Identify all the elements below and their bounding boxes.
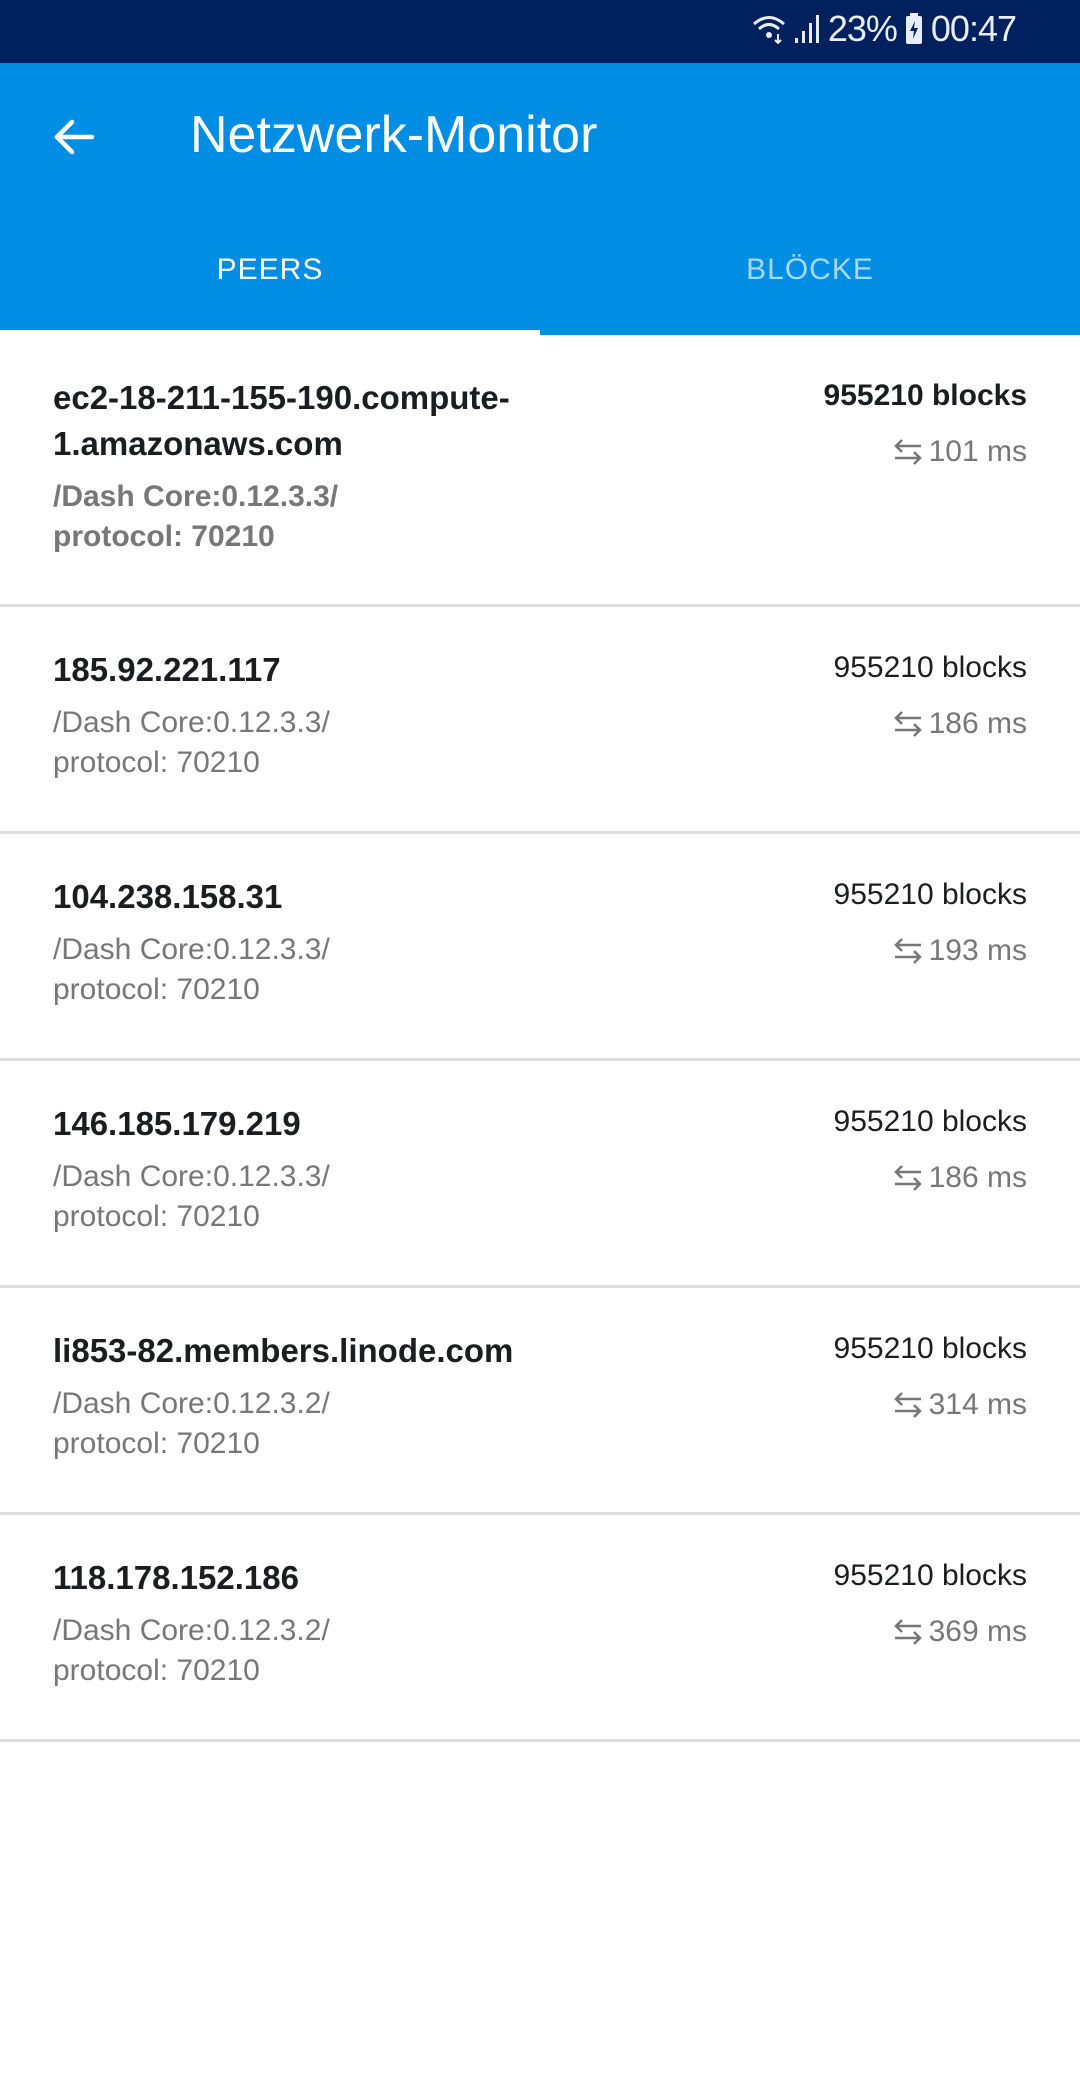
peer-blocks: 955210 blocks: [833, 1332, 1027, 1365]
peer-list-item[interactable]: 118.178.152.186 /Dash Core:0.12.3.2/ pro…: [0, 1515, 1080, 1742]
peer-ping: 101 ms: [824, 431, 1027, 473]
swap-arrows-icon: [893, 1392, 922, 1418]
peer-list-item[interactable]: 185.92.221.117 /Dash Core:0.12.3.3/ prot…: [0, 607, 1080, 834]
peer-blocks: 955210 blocks: [833, 651, 1027, 684]
peer-list-item[interactable]: 146.185.179.219 /Dash Core:0.12.3.3/ pro…: [0, 1061, 1080, 1288]
peer-blocks: 955210 blocks: [833, 1105, 1027, 1138]
peer-host: 146.185.179.219: [53, 1105, 301, 1142]
peer-protocol: protocol: 70210: [53, 520, 275, 553]
peer-list: ec2-18-211-155-190.compute-1.amazonaws.c…: [0, 335, 1080, 1742]
peer-host: 185.92.221.117: [53, 651, 281, 688]
peer-blocks: 955210 blocks: [833, 878, 1027, 911]
arrow-left-icon[interactable]: [48, 111, 100, 163]
peer-ping-value: 101 ms: [928, 435, 1027, 468]
swap-arrows-icon: [893, 1619, 922, 1645]
peer-protocol: protocol: 70210: [53, 1654, 260, 1687]
peer-ping-value: 369 ms: [928, 1615, 1027, 1648]
peer-ping-value: 314 ms: [928, 1388, 1027, 1421]
swap-arrows-icon: [893, 938, 922, 964]
peer-ping: 314 ms: [834, 1384, 1027, 1426]
peer-ping-value: 186 ms: [928, 707, 1027, 740]
peer-list-item[interactable]: li853-82.members.linode.com /Dash Core:0…: [0, 1288, 1080, 1515]
peer-ping-value: 186 ms: [928, 1161, 1027, 1194]
peer-host: li853-82.members.linode.com: [53, 1332, 514, 1369]
peer-host: 104.238.158.31: [53, 878, 283, 915]
peer-blocks: 955210 blocks: [833, 1559, 1027, 1592]
tab-blocks[interactable]: BLÖCKE: [540, 253, 1080, 287]
peer-host: ec2-18-211-155-190.compute-1.amazonaws.c…: [53, 379, 510, 462]
tab-peers[interactable]: PEERS: [0, 253, 540, 287]
peer-ping: 186 ms: [834, 1157, 1027, 1199]
peer-protocol: protocol: 70210: [53, 1200, 260, 1233]
peer-protocol: protocol: 70210: [53, 973, 260, 1006]
peer-blocks: 955210 blocks: [823, 379, 1027, 412]
peer-ping-value: 193 ms: [928, 934, 1027, 967]
swap-arrows-icon: [893, 439, 922, 465]
clock: 00:47: [930, 8, 1017, 49]
peer-ping: 369 ms: [834, 1611, 1027, 1653]
peer-list-item[interactable]: ec2-18-211-155-190.compute-1.amazonaws.c…: [0, 335, 1080, 607]
swap-arrows-icon: [893, 711, 922, 737]
peer-protocol: protocol: 70210: [53, 1427, 260, 1460]
peer-ping: 186 ms: [834, 703, 1027, 745]
peer-ping: 193 ms: [834, 930, 1027, 972]
app-bar: Netzwerk-Monitor PEERS BLÖCKE: [0, 63, 1080, 335]
status-bar: 23% 00:47: [0, 0, 1080, 63]
peer-version: /Dash Core:0.12.3.3/: [53, 480, 339, 513]
battery-charging-icon: [905, 13, 922, 44]
peer-list-item[interactable]: 104.238.158.31 /Dash Core:0.12.3.3/ prot…: [0, 834, 1080, 1061]
peer-protocol: protocol: 70210: [53, 746, 260, 779]
signal-icon: [794, 15, 819, 43]
page-title: Netzwerk-Monitor: [190, 106, 598, 164]
swap-arrows-icon: [893, 1165, 922, 1191]
wifi-icon: [752, 16, 785, 44]
battery-percent: 23%: [827, 8, 898, 49]
peer-host: 118.178.152.186: [53, 1559, 299, 1596]
